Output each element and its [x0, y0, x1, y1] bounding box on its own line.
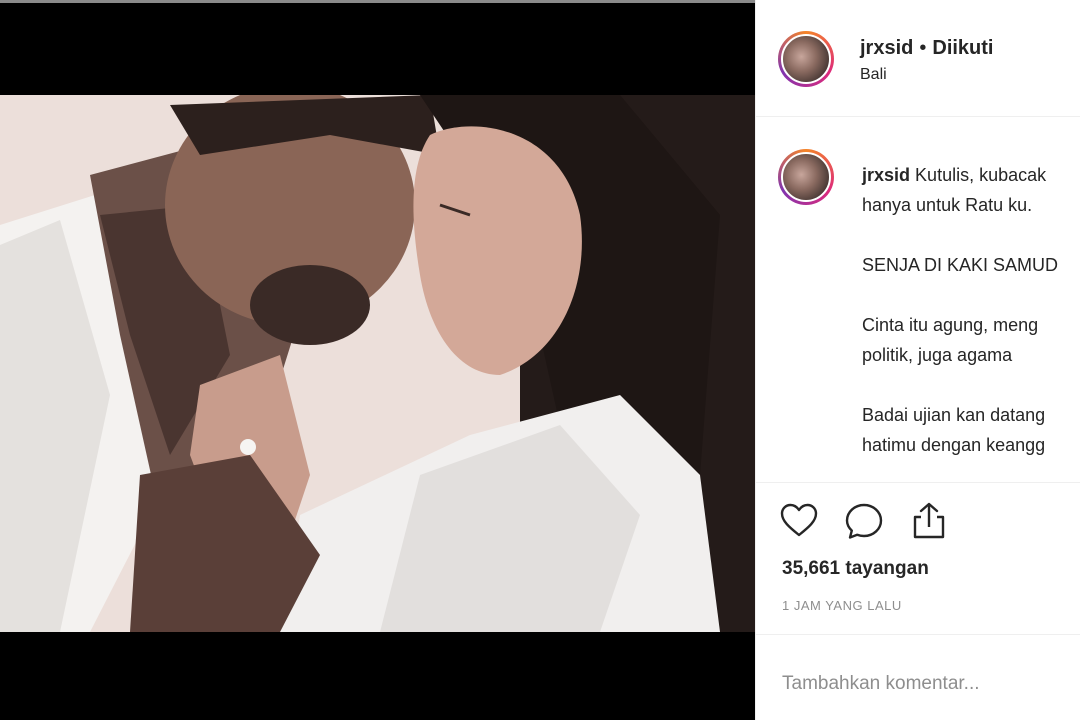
caption-line: politik, juga agama [862, 345, 1013, 365]
video-still-image [0, 95, 755, 632]
caption-line: jrxsid Kutulis, kubacak [862, 160, 1080, 190]
comment-icon[interactable] [843, 500, 885, 542]
caption-text: jrxsid Kutulis, kubacak hanya untuk Ratu… [862, 160, 1080, 460]
avatar[interactable] [778, 31, 834, 87]
caption-gap [862, 280, 1080, 310]
comment-bar [756, 634, 1080, 720]
caption-line: Cinta itu agung, meng [862, 315, 1039, 335]
caption-line: SENJA DI KAKI SAMUD [862, 255, 1059, 275]
timestamp[interactable]: 1 JAM YANG LALU [782, 598, 902, 613]
caption-avatar[interactable] [778, 149, 834, 205]
post-media[interactable] [0, 0, 755, 720]
caption-gap [862, 220, 1080, 250]
caption-section: jrxsid Kutulis, kubacak hanya untuk Ratu… [756, 118, 1080, 483]
caption-line-text: Kutulis, kubacak [915, 165, 1047, 185]
caption-username-link[interactable]: jrxsid [862, 165, 910, 185]
caption-line: hatimu dengan keangg [862, 435, 1046, 455]
follow-status-button[interactable]: Diikuti [932, 37, 993, 59]
video-frame[interactable] [0, 95, 755, 632]
share-icon[interactable] [908, 500, 950, 542]
caption-gap [862, 370, 1080, 400]
location-link[interactable]: Bali [860, 66, 887, 84]
action-bar [756, 500, 1080, 550]
separator-dot: • [919, 37, 927, 59]
username-link[interactable]: jrxsid [860, 37, 913, 59]
header-name-line: jrxsid • Diikuti [860, 37, 994, 60]
heart-icon[interactable] [778, 500, 820, 542]
view-count[interactable]: 35,661 tayangan [782, 558, 929, 580]
post-side-panel: jrxsid • Diikuti Bali jrxsid Kutulis, kuba… [755, 0, 1080, 720]
post-header: jrxsid • Diikuti Bali [756, 0, 1080, 117]
caption-line: Badai ujian kan datang [862, 405, 1046, 425]
top-strip [0, 0, 755, 3]
caption-line: hanya untuk Ratu ku. [862, 195, 1033, 215]
comment-input[interactable] [780, 663, 1074, 705]
